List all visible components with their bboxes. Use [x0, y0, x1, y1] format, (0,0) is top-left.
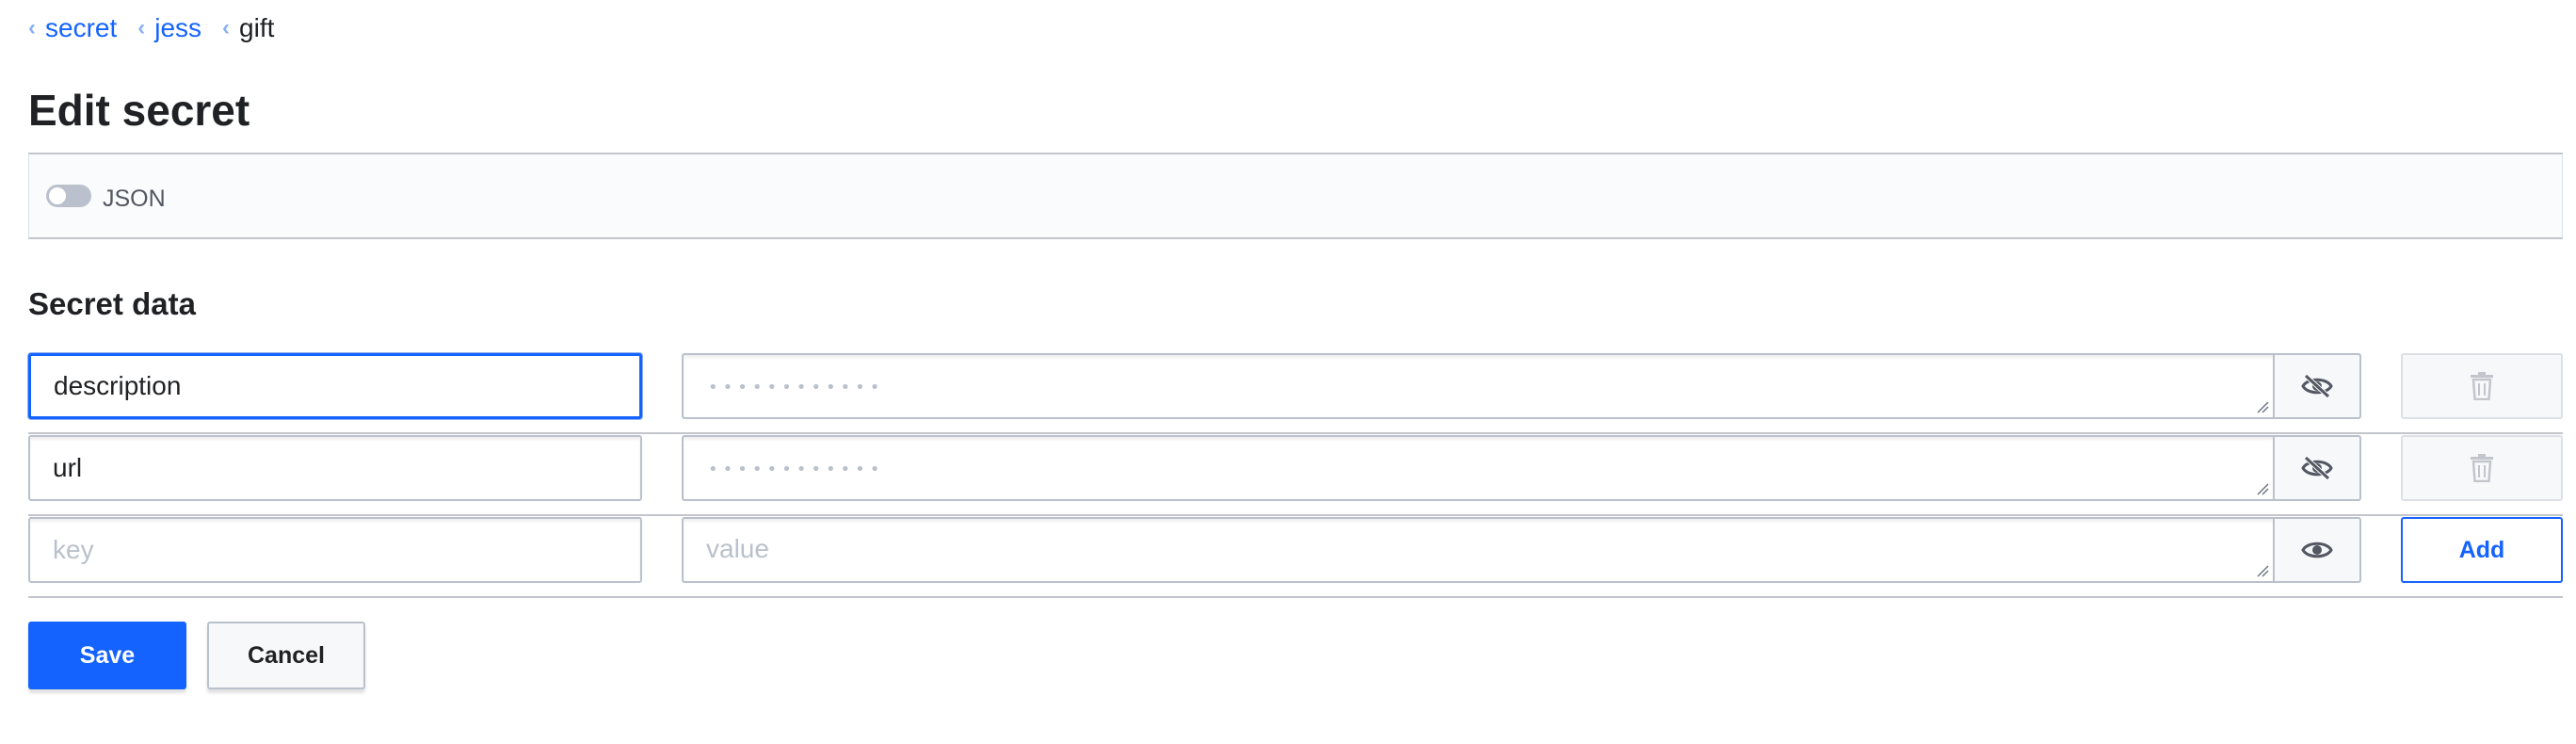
chevron-left-icon: ‹	[222, 15, 231, 40]
chevron-left-icon: ‹	[28, 15, 36, 40]
value-input[interactable]: ••••••••••••	[682, 353, 2273, 419]
eye-icon	[2301, 542, 2333, 558]
masked-value: ••••••••••••	[708, 460, 885, 479]
breadcrumb-link[interactable]: jess	[154, 13, 201, 43]
add-button[interactable]: Add	[2401, 517, 2563, 583]
eye-slash-icon	[2301, 456, 2333, 480]
secret-row: ••••••••••••	[28, 353, 2563, 434]
resize-grip-icon[interactable]	[2256, 564, 2269, 577]
value-input[interactable]: ••••••••••••	[682, 435, 2273, 501]
json-toggle-label[interactable]: JSON	[103, 186, 166, 213]
key-input[interactable]	[28, 435, 642, 501]
masked-value: ••••••••••••	[708, 378, 885, 397]
resize-grip-icon[interactable]	[2256, 482, 2269, 495]
cancel-button[interactable]: Cancel	[207, 622, 365, 689]
json-toolbar: JSON	[28, 153, 2563, 239]
toggle-knob	[49, 187, 66, 204]
breadcrumb-item-gift: ‹ gift	[222, 13, 274, 43]
trash-icon	[2471, 454, 2493, 482]
trash-icon	[2471, 372, 2493, 400]
reveal-value-button[interactable]	[2273, 435, 2361, 501]
save-button[interactable]: Save	[28, 622, 186, 689]
secret-data-title: Secret data	[28, 286, 196, 321]
resize-grip-icon[interactable]	[2256, 400, 2269, 413]
breadcrumb-link[interactable]: secret	[45, 13, 117, 43]
breadcrumb-current: gift	[239, 13, 275, 42]
breadcrumb: ‹ secret ‹ jess ‹ gift	[28, 11, 295, 45]
page-title: Edit secret	[28, 86, 250, 135]
eye-slash-icon	[2301, 374, 2333, 398]
reveal-value-button[interactable]	[2273, 353, 2361, 419]
delete-row-button[interactable]	[2401, 435, 2563, 501]
key-input[interactable]	[28, 353, 642, 419]
new-value-input[interactable]: value	[682, 517, 2273, 583]
value-placeholder: value	[706, 534, 769, 563]
reveal-value-button[interactable]	[2273, 517, 2361, 583]
json-toggle[interactable]	[46, 185, 91, 207]
secret-row: ••••••••••••	[28, 435, 2563, 516]
new-secret-row: value Add	[28, 517, 2563, 598]
breadcrumb-item-jess[interactable]: ‹ jess	[137, 13, 201, 43]
delete-row-button[interactable]	[2401, 353, 2563, 419]
breadcrumb-item-secret[interactable]: ‹ secret	[28, 13, 117, 43]
new-key-input[interactable]	[28, 517, 642, 583]
chevron-left-icon: ‹	[137, 15, 146, 40]
